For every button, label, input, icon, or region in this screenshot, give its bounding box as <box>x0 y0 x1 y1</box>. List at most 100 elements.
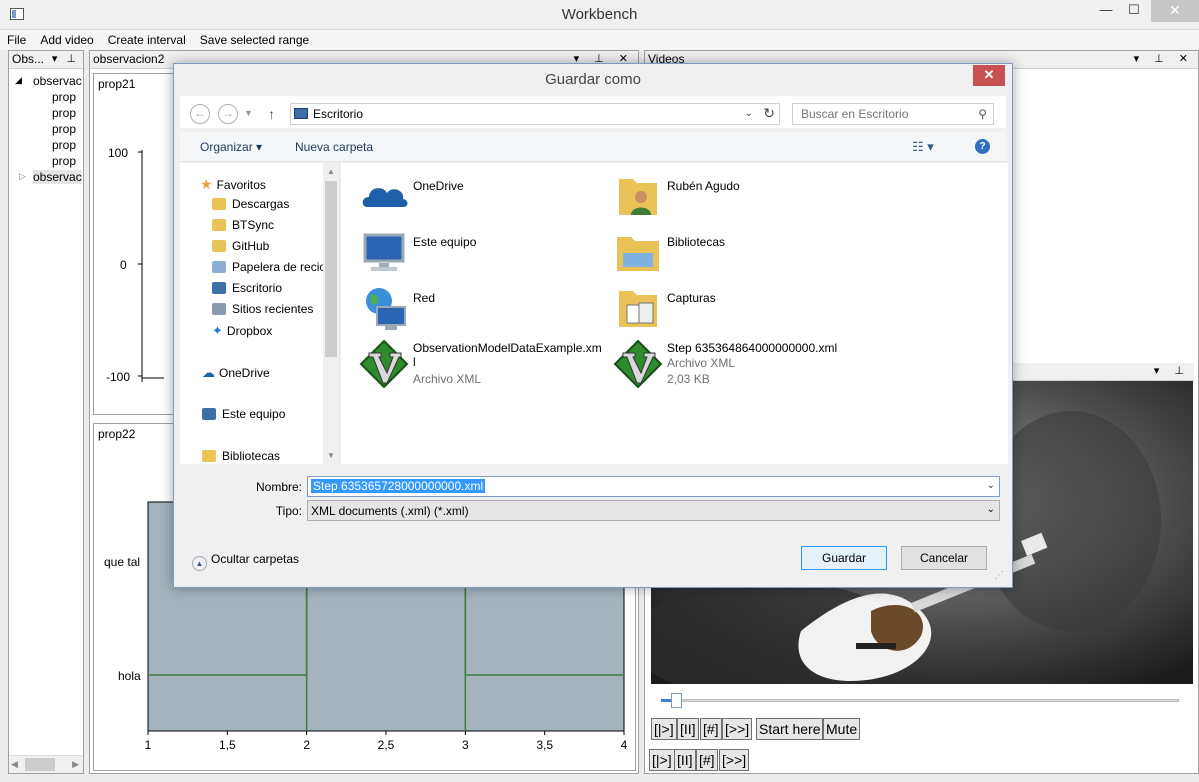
tree-child[interactable]: prop <box>52 90 76 104</box>
chevron-up-icon: ▲ <box>192 556 207 571</box>
view-options-icon[interactable]: ☷ ▾ <box>912 139 934 155</box>
organize-menu[interactable]: Organizar ▾ <box>200 140 262 154</box>
downloads-folder-icon <box>212 198 226 210</box>
tree-child[interactable]: prop <box>52 122 76 136</box>
library-icon <box>202 450 216 462</box>
filetype-select[interactable]: XML documents (.xml) (*.xml) ⌄ <box>307 500 1000 521</box>
new-folder-button[interactable]: Nueva carpeta <box>295 140 373 154</box>
panel-controls[interactable]: ▾ ⊥ <box>52 52 79 65</box>
forward-all-button[interactable]: [>>] <box>719 749 750 771</box>
file-name: Red <box>413 291 436 305</box>
navigation-scrollbar[interactable]: ▲ ▼ <box>323 163 339 464</box>
back-icon[interactable]: ← <box>190 104 210 124</box>
menu-create-interval[interactable]: Create interval <box>101 30 193 50</box>
tree-expander-icon[interactable]: ◢ <box>15 75 22 86</box>
observations-panel: Obs... ▾ ⊥ ◢ observac prop prop prop pro… <box>8 50 84 774</box>
tree-child[interactable]: prop <box>52 154 76 168</box>
mute-button[interactable]: Mute <box>823 718 861 740</box>
save-as-dialog: Guardar como ✕ ← → ▼ ↑ Escritorio ⌄ ↻ ⚲ … <box>173 63 1013 588</box>
file-name: Capturas <box>667 291 716 305</box>
search-icon[interactable]: ⚲ <box>978 107 987 121</box>
file-item-network[interactable]: Red <box>359 283 609 335</box>
menu-save-selected-range[interactable]: Save selected range <box>193 30 316 50</box>
tree-expander-icon[interactable]: ▷ <box>19 171 26 182</box>
folder-icon <box>212 219 226 231</box>
file-list: OneDrive Rubén Agudo Este equipo Bibliot… <box>341 163 1008 464</box>
nav-this-pc[interactable]: Este equipo <box>202 407 285 421</box>
menu-add-video[interactable]: Add video <box>33 30 100 50</box>
resize-grip-icon[interactable]: ⋰ <box>994 570 1004 581</box>
nav-downloads[interactable]: Descargas <box>212 197 289 211</box>
file-type: Archivo XML <box>413 372 482 386</box>
maximize-button[interactable]: ☐ <box>1120 0 1148 22</box>
tree-root-1[interactable]: observac <box>33 74 82 88</box>
file-name: Rubén Agudo <box>667 179 740 193</box>
pause-all-button[interactable]: [II] <box>674 749 696 771</box>
filename-value[interactable]: Step 635365728000000000.xml <box>311 479 486 493</box>
global-player-controls: [|>] [II] [#] [>>] <box>649 749 849 773</box>
x-tick-label: 3 <box>462 738 469 752</box>
hide-folders-toggle[interactable]: ▲ Ocultar carpetas <box>192 552 299 571</box>
save-button[interactable]: Guardar <box>801 546 887 570</box>
file-item-xml[interactable]: Step 635364864000000000.xml Archivo XML … <box>613 339 863 391</box>
file-item-libraries[interactable]: Bibliotecas <box>613 227 863 279</box>
nav-recent-places[interactable]: Sitios recientes <box>212 302 313 316</box>
minimize-button[interactable]: — <box>1092 0 1120 22</box>
help-icon[interactable]: ? <box>975 139 990 154</box>
stop-button[interactable]: [#] <box>700 718 722 740</box>
tree-root-2[interactable]: observac <box>33 170 82 184</box>
start-here-button[interactable]: Start here <box>756 718 824 740</box>
panel-controls[interactable]: ▾ ⊥ <box>1154 364 1190 377</box>
file-item-onedrive[interactable]: OneDrive <box>359 171 609 223</box>
filename-field[interactable]: Step 635365728000000000.xml ⌄ <box>307 476 1000 497</box>
dialog-close-button[interactable]: ✕ <box>973 65 1005 86</box>
tree-child[interactable]: prop <box>52 106 76 120</box>
recent-places-icon <box>212 303 226 315</box>
desktop-icon <box>294 108 308 119</box>
seek-thumb[interactable] <box>671 693 683 708</box>
file-name: Bibliotecas <box>667 235 726 249</box>
filetype-value: XML documents (.xml) (*.xml) <box>311 504 469 518</box>
file-item-this-pc[interactable]: Este equipo <box>359 227 609 279</box>
refresh-icon[interactable]: ↻ <box>763 105 775 122</box>
chevron-down-icon[interactable]: ⌄ <box>987 504 995 515</box>
nav-favorites[interactable]: ★ Favoritos <box>200 176 266 193</box>
file-name: Step 635364864000000000.xml <box>667 341 838 355</box>
file-item-folder-capturas[interactable]: Capturas <box>613 283 863 335</box>
close-button[interactable]: ✕ <box>1151 0 1199 22</box>
stop-all-button[interactable]: [#] <box>696 749 718 771</box>
chevron-down-icon[interactable]: ⌄ <box>745 108 753 119</box>
nav-desktop[interactable]: Escritorio <box>212 281 282 295</box>
nav-onedrive[interactable]: ☁ OneDrive <box>202 365 270 381</box>
seek-slider[interactable] <box>661 693 1179 708</box>
pause-button[interactable]: [II] <box>677 718 699 740</box>
forward-button[interactable]: [>>] <box>722 718 753 740</box>
cloud-icon: ☁ <box>202 365 215 380</box>
play-button[interactable]: [|>] <box>651 718 677 740</box>
file-name: OneDrive <box>413 179 464 193</box>
play-all-button[interactable]: [|>] <box>649 749 675 771</box>
menu-file[interactable]: File <box>0 30 33 50</box>
recent-locations-icon[interactable]: ▼ <box>244 108 253 118</box>
search-box[interactable]: ⚲ <box>792 103 994 125</box>
star-icon: ★ <box>200 176 213 192</box>
nav-btsync[interactable]: BTSync <box>212 218 274 232</box>
cancel-button[interactable]: Cancelar <box>901 546 987 570</box>
file-item-xml[interactable]: ObservationModelDataExample.xml Archivo … <box>359 339 609 391</box>
nav-libraries[interactable]: Bibliotecas <box>202 449 280 463</box>
address-bar[interactable]: Escritorio ⌄ ↻ <box>290 103 780 125</box>
nav-recycle-bin[interactable]: Papelera de recic <box>212 260 325 274</box>
chevron-down-icon[interactable]: ⌄ <box>987 480 995 491</box>
forward-icon[interactable]: → <box>218 104 238 124</box>
tree-child[interactable]: prop <box>52 138 76 152</box>
window-title: Workbench <box>561 6 638 23</box>
file-item-user-folder[interactable]: Rubén Agudo <box>613 171 863 223</box>
search-input[interactable] <box>793 104 968 124</box>
panel-controls[interactable]: ▾ ⊥ ✕ <box>1134 52 1194 65</box>
nav-github[interactable]: GitHub <box>212 239 269 253</box>
horizontal-scrollbar[interactable]: ◀ ▶ <box>9 755 83 773</box>
file-type: Archivo XML <box>667 356 736 370</box>
nav-dropbox[interactable]: ✦ Dropbox <box>212 323 272 339</box>
file-name: ObservationModelDataExample.xml <box>413 341 602 369</box>
up-icon[interactable]: ↑ <box>268 106 275 122</box>
